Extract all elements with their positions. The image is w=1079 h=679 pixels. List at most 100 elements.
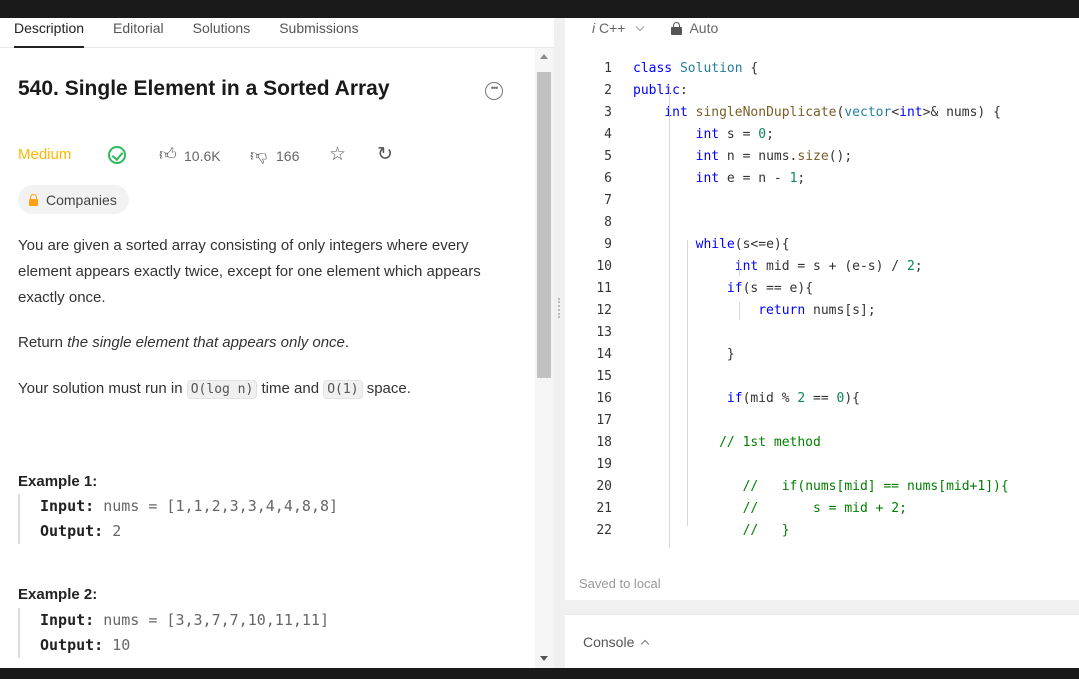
code-text: public:	[633, 83, 688, 98]
tab-submissions[interactable]: Submissions	[279, 18, 358, 48]
language-label: C++	[599, 20, 626, 36]
line-number: 20	[596, 479, 612, 494]
console-toggle[interactable]: Console	[583, 634, 650, 650]
return-emphasis: the single element that appears only onc…	[67, 334, 345, 351]
console-label: Console	[583, 634, 635, 650]
code-line[interactable]: 15	[565, 366, 1079, 388]
saved-status: Saved to local	[579, 576, 661, 591]
example-2-output: Output: 10	[40, 633, 498, 658]
description-scrollbar[interactable]	[535, 48, 554, 668]
line-number: 11	[596, 281, 612, 296]
problem-title: 540. Single Element in a Sorted Array	[18, 77, 390, 100]
code-line[interactable]: 16 if(mid % 2 == 0){	[565, 388, 1079, 410]
code-line[interactable]: 9 while(s<=e){	[565, 234, 1079, 256]
example-2-input: Input: nums = [3,3,7,7,10,11,11]	[40, 608, 498, 633]
code-line[interactable]: 14 }	[565, 344, 1079, 366]
chevron-down-icon[interactable]	[636, 22, 645, 31]
input-label: Input:	[40, 497, 95, 515]
code-line[interactable]: 19	[565, 454, 1079, 476]
line-number: 6	[604, 171, 612, 186]
language-selector[interactable]: i C++	[592, 20, 625, 36]
line-number: 7	[604, 193, 612, 208]
star-icon[interactable]: ☆	[329, 143, 346, 166]
example-1-box: Input: nums = [1,1,2,3,3,4,4,8,8] Output…	[18, 494, 498, 544]
code-line[interactable]: 7	[565, 190, 1079, 212]
bottom-bar	[0, 668, 1079, 679]
line-number: 15	[596, 369, 612, 384]
code-text: // 1st method	[719, 435, 821, 450]
input-value: nums = [3,3,7,7,10,11,11]	[103, 611, 329, 629]
code-line[interactable]: 12 return nums[s];	[565, 300, 1079, 322]
return-suffix: .	[344, 334, 350, 351]
companies-label: Companies	[46, 191, 117, 208]
tab-editorial[interactable]: Editorial	[113, 18, 164, 48]
editor-header: i C++ Auto	[565, 18, 1079, 38]
line-number: 1	[604, 61, 612, 76]
line-number: 4	[604, 127, 612, 142]
indent-guide	[739, 302, 740, 320]
code-line[interactable]: 20 // if(nums[mid] == nums[mid+1]){	[565, 476, 1079, 498]
return-prefix: Return	[18, 334, 68, 351]
code-line[interactable]: 1 class Solution {	[565, 58, 1079, 80]
grip-icon	[558, 298, 560, 318]
tab-description[interactable]: Description	[14, 18, 85, 48]
code-line[interactable]: 5 int n = nums.size();	[565, 146, 1079, 168]
output-value: 2	[112, 522, 122, 540]
indent-guide	[687, 240, 688, 526]
line-number: 5	[604, 149, 612, 164]
line-number: 17	[596, 413, 612, 428]
more-icon[interactable]: •••	[485, 82, 503, 100]
code-line[interactable]: 2 public:	[565, 80, 1079, 102]
input-value: nums = [1,1,2,3,3,4,4,8,8]	[103, 497, 339, 515]
code-text: int s = 0;	[695, 127, 774, 142]
line-number: 12	[596, 303, 612, 318]
output-label: Output:	[40, 522, 104, 540]
code-line[interactable]: 22 // }	[565, 520, 1079, 542]
tab-solutions[interactable]: Solutions	[193, 18, 251, 48]
solved-check-icon	[108, 146, 126, 164]
line-number: 2	[604, 83, 612, 98]
lock-icon	[671, 22, 683, 35]
code-line[interactable]: 10 int mid = s + (e-s) / 2;	[565, 256, 1079, 278]
difficulty-badge: Medium	[18, 146, 72, 163]
code-editor-panel: i C++ Auto 1 class Solution { 2 public: 3 in…	[565, 18, 1079, 600]
code-text: int mid = s + (e-s) / 2;	[734, 259, 923, 274]
panel-resize-handle[interactable]	[554, 18, 565, 668]
tab-bar: Description Editorial Solutions Submissi…	[0, 18, 554, 48]
code-line[interactable]: 21 // s = mid + 2;	[565, 498, 1079, 520]
code-line[interactable]: 3 int singleNonDuplicate(vector<int>& nu…	[565, 102, 1079, 124]
share-icon[interactable]: ↻	[377, 143, 393, 166]
code-line[interactable]: 11 if(s == e){	[565, 278, 1079, 300]
line-number: 18	[596, 435, 612, 450]
code-line[interactable]: 8	[565, 212, 1079, 234]
chevron-up-icon	[641, 639, 650, 649]
description-paragraph: You are given a sorted array consisting …	[18, 237, 481, 306]
code-text: while(s<=e){	[695, 237, 790, 252]
console-bar[interactable]: Console	[565, 614, 1079, 668]
dislike-count: 166	[276, 148, 300, 164]
return-paragraph: Return the single element that appears o…	[18, 330, 498, 356]
complexity-prefix: Your solution must run in	[18, 380, 187, 397]
time-complexity-code: O(log n)	[186, 380, 258, 399]
code-line[interactable]: 13	[565, 322, 1079, 344]
input-label: Input:	[40, 611, 95, 629]
code-line[interactable]: 6 int e = n - 1;	[565, 168, 1079, 190]
code-line[interactable]: 18 // 1st method	[565, 432, 1079, 454]
thumbs-up-icon[interactable]: 👍︎	[159, 144, 177, 165]
scroll-down-arrow-icon[interactable]	[540, 656, 548, 661]
auto-mode-label[interactable]: Auto	[689, 20, 718, 36]
code-text: if(s == e){	[726, 281, 814, 296]
scroll-thumb[interactable]	[537, 72, 551, 378]
description-panel: Description Editorial Solutions Submissi…	[0, 18, 554, 668]
thumbs-down-icon[interactable]: 👎︎	[250, 145, 267, 166]
companies-button[interactable]: Companies	[18, 185, 129, 214]
like-count: 10.6K	[184, 148, 221, 164]
example-1-input: Input: nums = [1,1,2,3,3,4,4,8,8]	[40, 494, 498, 519]
code-text: // }	[742, 523, 790, 538]
line-number: 13	[596, 325, 612, 340]
code-line[interactable]: 4 int s = 0;	[565, 124, 1079, 146]
scroll-up-arrow-icon[interactable]	[540, 54, 548, 59]
code-text: // if(nums[mid] == nums[mid+1]){	[742, 479, 1009, 494]
complexity-paragraph: Your solution must run in O(log n) time …	[18, 376, 498, 403]
code-line[interactable]: 17	[565, 410, 1079, 432]
